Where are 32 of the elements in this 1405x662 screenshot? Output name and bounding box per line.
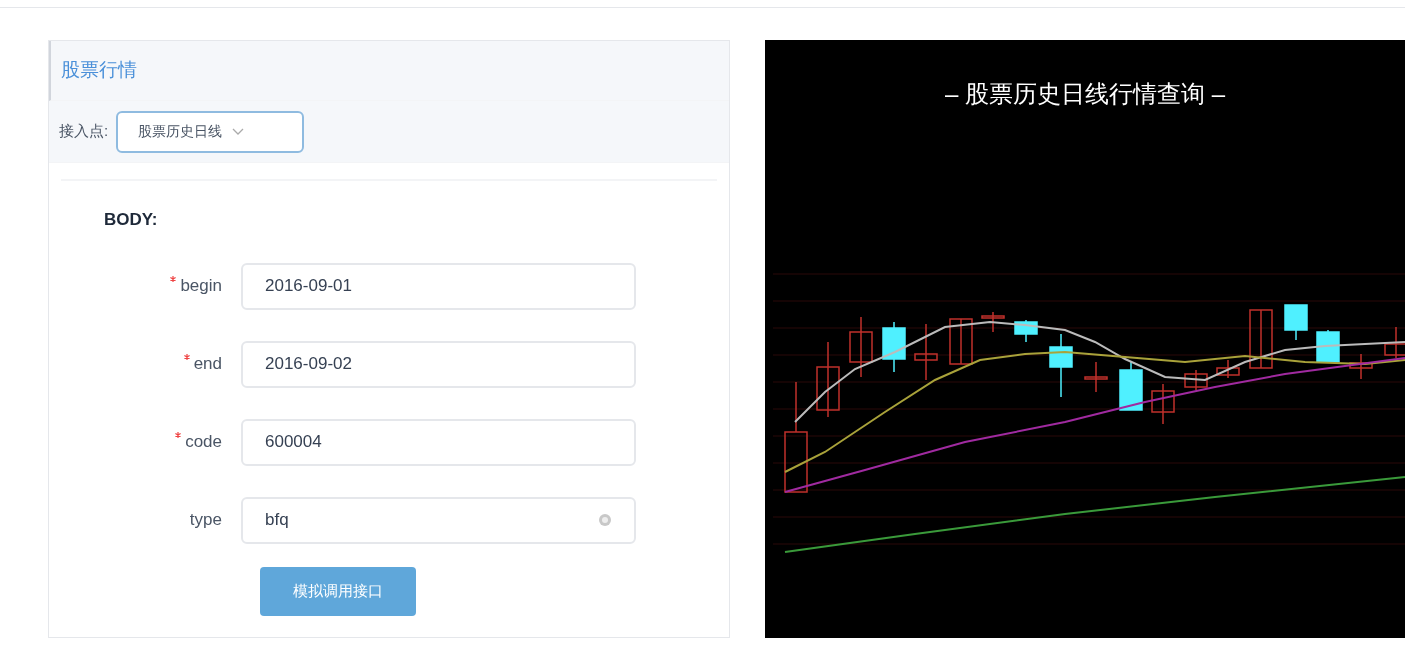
- field-label: end: [193, 353, 222, 376]
- input-field[interactable]: 2016-09-01: [241, 262, 636, 310]
- preview-title: – 股票历史日线行情查询 –: [945, 79, 1225, 109]
- endpoint-dropdown[interactable]: 股票历史日线: [116, 110, 305, 153]
- endpoint-label: 接入点:: [59, 121, 109, 142]
- candlestick: [1216, 359, 1240, 379]
- input-field[interactable]: 2016-09-02: [241, 340, 636, 388]
- candlestick: [1349, 353, 1373, 380]
- candlestick: [1084, 361, 1108, 393]
- field-label: type: [189, 509, 222, 532]
- body-heading: BODY:: [104, 210, 158, 229]
- candlestick: [882, 321, 906, 373]
- input-field[interactable]: bfq: [241, 496, 636, 544]
- candlestick: [1284, 304, 1308, 341]
- candlestick: [1384, 326, 1405, 359]
- candlestick: [1249, 309, 1273, 369]
- candlestick: [1049, 333, 1073, 398]
- candlestick: [1316, 329, 1340, 363]
- candlestick: [1184, 369, 1208, 391]
- input-field[interactable]: 600004: [241, 418, 636, 466]
- clear-icon[interactable]: [598, 513, 612, 527]
- chevron-down-icon: [232, 127, 245, 136]
- candlestick: [1151, 383, 1175, 425]
- candlestick: [1014, 319, 1038, 343]
- candlestick: [949, 318, 973, 365]
- panel-title: 股票行情: [61, 58, 137, 83]
- candlestick: [981, 311, 1005, 333]
- candlestick: [914, 323, 938, 381]
- field-label: begin: [180, 275, 222, 298]
- candlestick: [1119, 361, 1143, 411]
- field-label: code: [185, 431, 222, 454]
- candlestick: [849, 316, 873, 378]
